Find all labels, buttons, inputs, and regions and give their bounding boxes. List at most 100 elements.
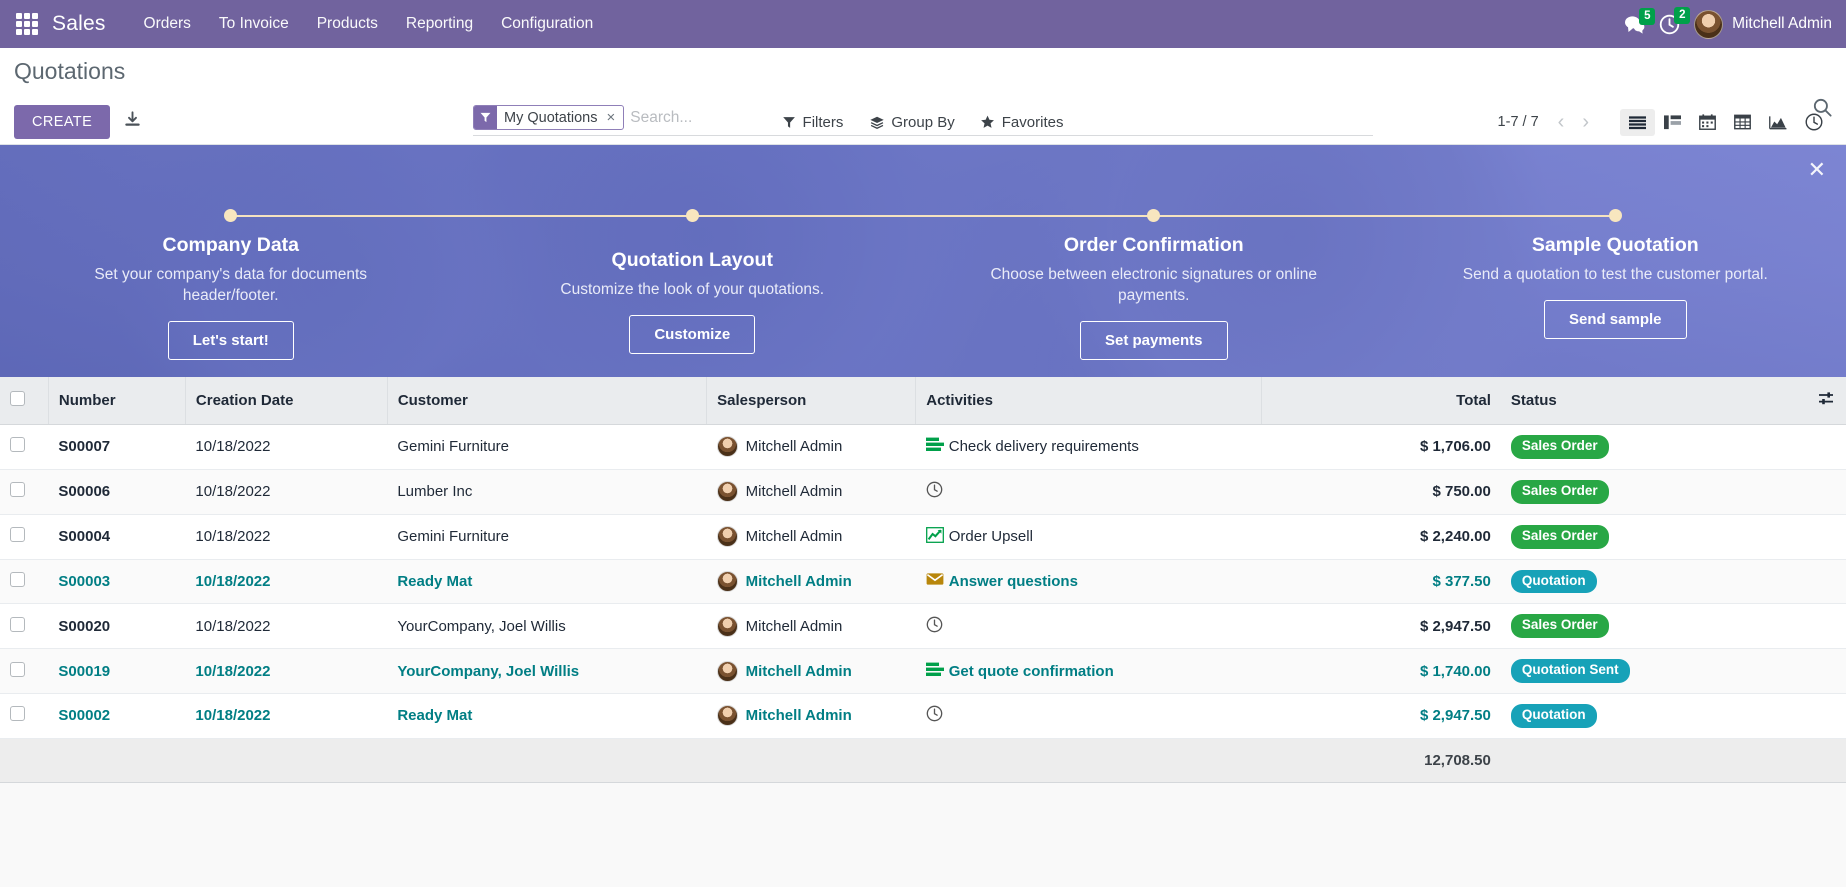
nav-item-reporting[interactable]: Reporting bbox=[392, 9, 487, 39]
bars-list-icon[interactable] bbox=[925, 437, 944, 456]
activity-view-icon[interactable] bbox=[1796, 107, 1832, 137]
footer-total: 12,708.50 bbox=[1261, 737, 1501, 783]
kanban-view-icon[interactable] bbox=[1655, 109, 1690, 136]
cell-number: S00007 bbox=[48, 424, 186, 470]
table-row[interactable]: S00002 10/18/2022 Ready Mat Mitchell Admin $… bbox=[0, 693, 1846, 739]
onboarding-step-quotation-layout: Quotation Layout Customize the look of y… bbox=[461, 177, 923, 377]
activity-label: Check delivery requirements bbox=[948, 438, 1139, 456]
messages-button[interactable]: 5 bbox=[1624, 7, 1656, 34]
cell-activities[interactable]: Answer questions bbox=[915, 559, 1262, 605]
nav-item-products[interactable]: Products bbox=[303, 9, 392, 39]
filter-funnel-icon bbox=[783, 116, 795, 128]
app-brand-sales[interactable]: Sales bbox=[52, 12, 106, 36]
bars-list-icon[interactable] bbox=[925, 662, 944, 681]
list-view-icon[interactable] bbox=[1620, 108, 1655, 136]
envelope-icon[interactable] bbox=[926, 572, 944, 590]
graph-view-icon[interactable] bbox=[1760, 109, 1796, 136]
cell-status: Sales Order bbox=[1500, 514, 1846, 560]
chevron-right-icon[interactable]: › bbox=[1575, 112, 1596, 132]
top-navbar: Sales Orders To Invoice Products Reporti… bbox=[0, 0, 1846, 48]
cell-customer: Gemini Furniture bbox=[387, 424, 707, 470]
nav-item-orders[interactable]: Orders bbox=[130, 9, 205, 39]
nav-item-configuration[interactable]: Configuration bbox=[487, 9, 607, 39]
search-dropdown-menus: Filters Group By Favorites bbox=[783, 113, 1063, 131]
cell-status: Quotation bbox=[1500, 559, 1846, 605]
cell-activities[interactable] bbox=[915, 693, 1262, 739]
column-header-creation-date[interactable]: Creation Date bbox=[185, 377, 388, 425]
clock-icon[interactable] bbox=[926, 705, 943, 726]
row-checkbox[interactable] bbox=[10, 437, 25, 453]
step-title: Company Data bbox=[162, 234, 300, 256]
step-description: Choose between electronic signatures or … bbox=[990, 266, 1318, 304]
row-checkbox[interactable] bbox=[10, 482, 25, 498]
onboarding-steps: Company Data Set your company's data for… bbox=[0, 145, 1846, 377]
clock-icon[interactable] bbox=[926, 616, 943, 637]
status-badge: Quotation Sent bbox=[1510, 659, 1630, 684]
column-header-total[interactable]: Total bbox=[1261, 377, 1501, 425]
status-badge: Sales Order bbox=[1510, 614, 1609, 639]
row-checkbox[interactable] bbox=[10, 616, 25, 632]
column-header-activities[interactable]: Activities bbox=[915, 377, 1263, 425]
nav-item-to-invoice[interactable]: To Invoice bbox=[205, 9, 303, 39]
avatar bbox=[1694, 9, 1724, 39]
column-header-number[interactable]: Number bbox=[48, 377, 186, 425]
apps-grid-icon[interactable] bbox=[16, 13, 38, 35]
filters-menu[interactable]: Filters bbox=[783, 113, 844, 131]
activity-label: Get quote confirmation bbox=[948, 662, 1114, 680]
create-button[interactable]: CREATE bbox=[14, 105, 111, 139]
cell-total: $ 2,240.00 bbox=[1261, 514, 1501, 560]
table-row[interactable]: S00020 10/18/2022 YourCompany, Joel Willis… bbox=[0, 603, 1846, 650]
row-checkbox-cell bbox=[0, 603, 49, 650]
cell-activities[interactable]: Get quote confirmation bbox=[915, 648, 1262, 695]
select-all-checkbox[interactable] bbox=[10, 391, 25, 406]
pivot-view-icon[interactable] bbox=[1725, 108, 1760, 136]
favorites-menu[interactable]: Favorites bbox=[981, 114, 1063, 131]
table-row[interactable]: S00006 10/18/2022 Lumber Inc Mitchell Admin… bbox=[0, 469, 1846, 515]
table-row[interactable]: S00007 10/18/2022 Gemini Furniture Mitchell… bbox=[0, 424, 1846, 470]
row-checkbox[interactable] bbox=[10, 661, 25, 677]
download-icon[interactable] bbox=[124, 111, 141, 133]
salesperson-avatar bbox=[716, 660, 738, 682]
chart-line-icon[interactable] bbox=[925, 526, 944, 547]
cell-creation-date: 10/18/2022 bbox=[185, 603, 388, 650]
table-row[interactable]: S00004 10/18/2022 Gemini Furniture Mitchell… bbox=[0, 514, 1846, 560]
salesperson-avatar bbox=[716, 570, 738, 592]
cell-activities[interactable]: Check delivery requirements bbox=[915, 424, 1262, 470]
status-badge: Sales Order bbox=[1510, 524, 1609, 549]
step-description: Set your company's data for documents he… bbox=[94, 266, 368, 304]
column-header-salesperson[interactable]: Salesperson bbox=[706, 377, 917, 425]
column-header-customer[interactable]: Customer bbox=[387, 377, 708, 425]
column-header-status[interactable]: Status bbox=[1500, 377, 1846, 425]
table-row[interactable]: S00003 10/18/2022 Ready Mat Mitchell Admin A… bbox=[0, 559, 1846, 605]
cell-total: $ 750.00 bbox=[1261, 469, 1501, 515]
status-badge: Sales Order bbox=[1510, 479, 1609, 504]
set-payments-button[interactable]: Set payments bbox=[1079, 320, 1228, 360]
lets-start-button[interactable]: Let's start! bbox=[167, 320, 294, 360]
step-description: Customize the look of your quotations. bbox=[560, 281, 825, 298]
salesperson-name: Mitchell Admin bbox=[745, 528, 843, 546]
group-by-menu[interactable]: Group By bbox=[869, 114, 955, 131]
clock-icon[interactable] bbox=[926, 481, 943, 502]
view-switcher bbox=[1620, 107, 1832, 137]
cell-activities[interactable] bbox=[915, 603, 1262, 650]
chevron-left-icon[interactable]: ‹ bbox=[1551, 112, 1572, 132]
cell-activities[interactable]: Order Upsell bbox=[915, 514, 1262, 560]
customize-button[interactable]: Customize bbox=[629, 314, 756, 354]
row-checkbox[interactable] bbox=[10, 706, 25, 722]
row-checkbox[interactable] bbox=[10, 571, 25, 587]
send-sample-button[interactable]: Send sample bbox=[1543, 299, 1687, 339]
cell-customer: YourCompany, Joel Willis bbox=[387, 648, 707, 695]
row-checkbox[interactable] bbox=[10, 527, 25, 543]
step-dot bbox=[685, 209, 699, 222]
activities-button[interactable]: 2 bbox=[1659, 6, 1691, 35]
step-dot bbox=[1608, 209, 1622, 222]
table-row[interactable]: S00019 10/18/2022 YourCompany, Joel Willis… bbox=[0, 648, 1846, 695]
column-settings-icon[interactable] bbox=[1818, 391, 1834, 410]
filters-label: Filters bbox=[802, 113, 844, 131]
calendar-view-icon[interactable] bbox=[1690, 108, 1725, 136]
status-badge: Quotation bbox=[1510, 704, 1597, 728]
cell-customer: Ready Mat bbox=[387, 559, 707, 605]
user-menu[interactable]: Mitchell Admin bbox=[1694, 9, 1832, 39]
table-footer: 12,708.50 bbox=[0, 737, 1846, 783]
cell-activities[interactable] bbox=[915, 469, 1262, 515]
